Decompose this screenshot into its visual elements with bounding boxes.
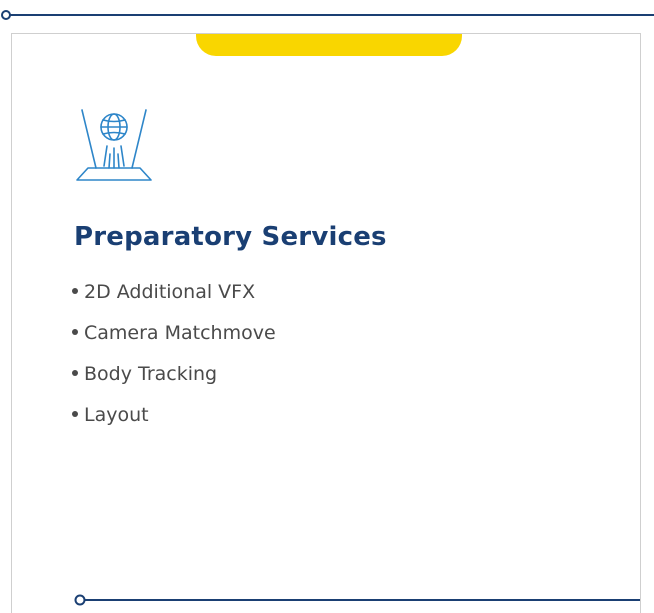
list-item-label: Body Tracking — [84, 363, 218, 385]
bullet-icon — [72, 410, 78, 417]
bullet-icon — [72, 369, 78, 376]
bottom-divider-node — [74, 594, 86, 606]
page-title: Preparatory Services — [74, 222, 387, 252]
top-divider-line — [1, 10, 654, 20]
bullet-icon — [72, 287, 78, 294]
bullet-icon — [72, 328, 78, 335]
list-item: 2D Additional VFX — [72, 282, 276, 302]
list-item-label: Camera Matchmove — [84, 322, 276, 344]
list-item-label: Layout — [84, 404, 149, 426]
list-item: Layout — [72, 405, 276, 425]
list-item: Body Tracking — [72, 364, 276, 384]
list-item: Camera Matchmove — [72, 323, 276, 343]
top-divider-node — [1, 10, 11, 20]
bottom-divider-line — [74, 594, 640, 606]
service-list: 2D Additional VFX Camera Matchmove Body … — [72, 282, 276, 446]
accent-tab — [196, 34, 462, 56]
list-item-label: 2D Additional VFX — [84, 281, 256, 303]
globe-hologram-icon — [76, 109, 152, 181]
